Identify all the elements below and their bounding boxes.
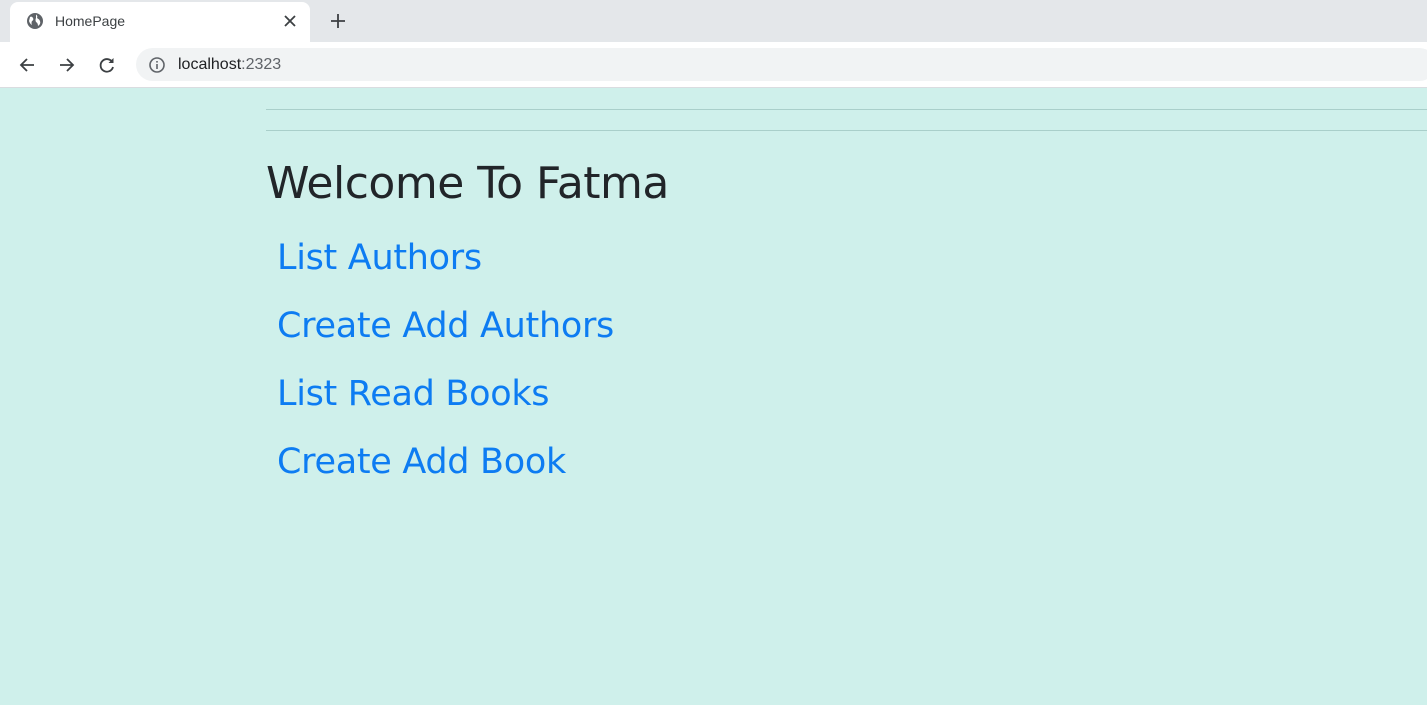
back-arrow-icon[interactable] xyxy=(14,52,40,78)
address-bar[interactable]: localhost:2323 xyxy=(136,48,1427,81)
browser-window: HomePage localhost:2323 Welcome To Fatma… xyxy=(0,0,1427,705)
url-text: localhost:2323 xyxy=(178,55,281,75)
url-port: :2323 xyxy=(241,56,282,73)
reload-icon[interactable] xyxy=(94,52,120,78)
tab-strip: HomePage xyxy=(0,0,1427,42)
browser-tab[interactable]: HomePage xyxy=(10,2,310,42)
new-tab-icon[interactable] xyxy=(326,9,350,33)
create-add-book-link[interactable]: Create Add Book xyxy=(277,440,566,484)
divider xyxy=(266,109,1427,110)
page-content: Welcome To Fatma List Authors Create Add… xyxy=(0,88,1427,705)
divider xyxy=(266,130,1427,131)
list-read-books-link[interactable]: List Read Books xyxy=(277,372,550,416)
page-title: Welcome To Fatma xyxy=(266,158,669,209)
create-add-authors-link[interactable]: Create Add Authors xyxy=(277,304,614,348)
url-host: localhost xyxy=(178,56,242,73)
info-icon[interactable] xyxy=(148,56,166,74)
tab-title: HomePage xyxy=(55,13,126,29)
globe-icon xyxy=(26,12,44,30)
forward-arrow-icon[interactable] xyxy=(54,52,80,78)
close-icon[interactable] xyxy=(280,11,300,31)
list-authors-link[interactable]: List Authors xyxy=(277,236,482,280)
browser-toolbar: localhost:2323 xyxy=(0,42,1427,88)
